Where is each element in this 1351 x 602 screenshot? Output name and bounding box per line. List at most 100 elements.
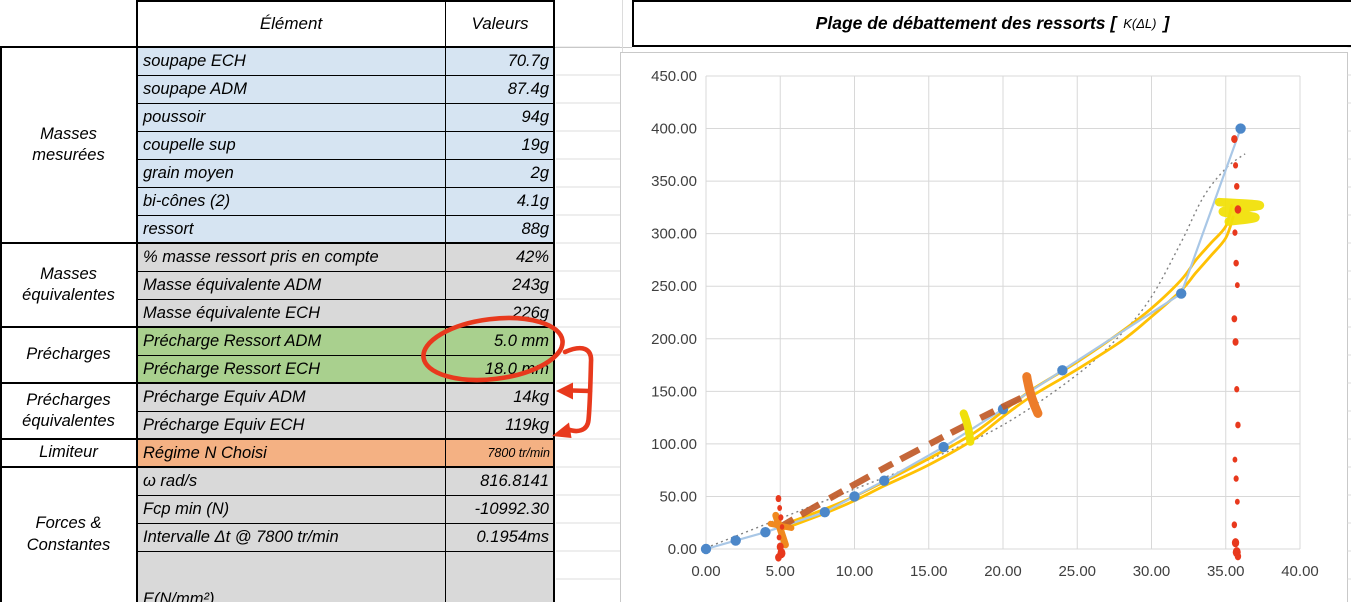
blue-data-point bbox=[1057, 365, 1067, 375]
table-cell-value[interactable]: 4.1g bbox=[445, 187, 555, 215]
table-cell-value[interactable] bbox=[445, 551, 555, 602]
table-cell-value[interactable]: 87.4g bbox=[445, 75, 555, 103]
row-value: 4.1g bbox=[445, 187, 555, 215]
section-label-5[interactable]: Forces & Constantes bbox=[0, 467, 137, 602]
table-cell-value[interactable]: 119kg bbox=[445, 411, 555, 439]
header-cell-values[interactable]: Valeurs bbox=[445, 0, 555, 47]
x-axis-tick-label: 5.00 bbox=[766, 563, 795, 580]
chart-title-cell[interactable]: Plage de débattement des ressorts [K(ΔL)… bbox=[632, 0, 1351, 47]
row-value: 18.0 mm bbox=[445, 355, 555, 383]
header-cell-element[interactable]: Élément bbox=[137, 0, 445, 47]
blue-data-point bbox=[731, 535, 741, 545]
table-cell-value[interactable]: 70.7g bbox=[445, 47, 555, 75]
table-border bbox=[137, 215, 555, 216]
table-cell-value[interactable]: 88g bbox=[445, 215, 555, 243]
spring-deflection-chart[interactable]: 0.0050.00100.00150.00200.00250.00300.003… bbox=[620, 52, 1351, 602]
table-cell-value[interactable]: 243g bbox=[445, 271, 555, 299]
header-element-label: Élément bbox=[137, 0, 445, 47]
x-axis-tick-label: 20.00 bbox=[984, 563, 1022, 580]
row-label: ressort bbox=[137, 215, 445, 243]
blue-data-point bbox=[1235, 123, 1245, 133]
y-axis-tick-label: 50.00 bbox=[659, 488, 697, 505]
table-cell-label[interactable]: soupape ADM bbox=[137, 75, 445, 103]
row-value: 0.1954ms bbox=[445, 523, 555, 551]
red-dotted-line-dot bbox=[1233, 260, 1238, 267]
y-axis-tick-label: 250.00 bbox=[651, 278, 697, 295]
red-dotted-line-dot bbox=[1235, 422, 1240, 429]
table-cell-value[interactable]: 816.8141 bbox=[445, 467, 555, 495]
row-label: bi-cônes (2) bbox=[137, 187, 445, 215]
table-cell-value[interactable]: 226g bbox=[445, 299, 555, 327]
y-axis-tick-label: 300.00 bbox=[651, 226, 697, 243]
y-axis-tick-label: 200.00 bbox=[651, 331, 697, 348]
x-axis-tick-label: 35.00 bbox=[1207, 563, 1245, 580]
section-label-0[interactable]: Masses mesurées bbox=[0, 47, 137, 243]
row-label: soupape ADM bbox=[137, 75, 445, 103]
chart-title-close-bracket: ] bbox=[1163, 13, 1169, 34]
table-border bbox=[137, 159, 555, 160]
table-cell-value[interactable]: 2g bbox=[445, 159, 555, 187]
row-value: 88g bbox=[445, 215, 555, 243]
red-dotted-line-dot bbox=[1233, 338, 1239, 346]
row-label: Masse équivalente ADM bbox=[137, 271, 445, 299]
table-cell-value[interactable]: 42% bbox=[445, 243, 555, 271]
table-cell-label[interactable]: % masse ressort pris en compte bbox=[137, 243, 445, 271]
table-border bbox=[0, 46, 555, 48]
table-cell-label[interactable]: E(N/mm²) bbox=[137, 551, 445, 602]
table-cell-label[interactable]: Masse équivalente ECH bbox=[137, 299, 445, 327]
blue-data-point bbox=[879, 475, 889, 485]
table-border bbox=[0, 382, 555, 384]
row-label: Précharge Ressort ECH bbox=[137, 355, 445, 383]
table-cell-value[interactable]: 0.1954ms bbox=[445, 523, 555, 551]
row-value: 14kg bbox=[445, 383, 555, 411]
table-cell-label[interactable]: grain moyen bbox=[137, 159, 445, 187]
table-border bbox=[137, 411, 555, 412]
blue-data-point bbox=[701, 544, 711, 554]
table-cell-value[interactable]: 18.0 mm bbox=[445, 355, 555, 383]
red-dotted-line-dot bbox=[1231, 135, 1237, 143]
table-cell-value[interactable]: 14kg bbox=[445, 383, 555, 411]
red-dotted-line-dot bbox=[776, 495, 782, 502]
table-cell-label[interactable]: Masse équivalente ADM bbox=[137, 271, 445, 299]
table-border bbox=[0, 466, 555, 468]
table-cell-label[interactable]: Précharge Ressort ADM bbox=[137, 327, 445, 355]
blue-data-point bbox=[849, 491, 859, 501]
row-label: E(N/mm²) bbox=[137, 588, 445, 602]
y-axis-tick-label: 350.00 bbox=[651, 173, 697, 190]
table-cell-label[interactable]: Précharge Ressort ECH bbox=[137, 355, 445, 383]
red-dotted-line-dot bbox=[775, 553, 782, 561]
section-label-1[interactable]: Masses équivalentes bbox=[0, 243, 137, 327]
table-cell-value[interactable]: 19g bbox=[445, 131, 555, 159]
table-border bbox=[137, 271, 555, 272]
table-cell-label[interactable]: bi-cônes (2) bbox=[137, 187, 445, 215]
section-label-2[interactable]: Précharges bbox=[0, 327, 137, 383]
section-label-4[interactable]: Limiteur bbox=[0, 439, 137, 467]
table-cell-label[interactable]: Précharge Equiv ADM bbox=[137, 383, 445, 411]
table-cell-value[interactable]: -10992.30 bbox=[445, 495, 555, 523]
table-cell-label[interactable]: soupape ECH bbox=[137, 47, 445, 75]
table-cell-label[interactable]: poussoir bbox=[137, 103, 445, 131]
blue-data-point bbox=[1176, 288, 1186, 298]
table-cell-label[interactable]: ressort bbox=[137, 215, 445, 243]
row-label: % masse ressort pris en compte bbox=[137, 243, 445, 271]
table-cell-label[interactable]: Intervalle Δt @ 7800 tr/min bbox=[137, 523, 445, 551]
y-axis-tick-label: 0.00 bbox=[668, 541, 697, 558]
table-cell-label[interactable]: Précharge Equiv ECH bbox=[137, 411, 445, 439]
table-cell-label[interactable]: Régime N Choisi bbox=[137, 439, 445, 467]
section-label-3[interactable]: Précharges équivalentes bbox=[0, 383, 137, 439]
y-axis-tick-label: 450.00 bbox=[651, 68, 697, 85]
table-cell-value[interactable]: 7800 tr/min bbox=[445, 439, 555, 467]
x-axis-tick-label: 30.00 bbox=[1133, 563, 1171, 580]
table-cell-value[interactable]: 94g bbox=[445, 103, 555, 131]
row-label: Précharge Equiv ECH bbox=[137, 411, 445, 439]
red-dotted-line-dot bbox=[1235, 282, 1240, 288]
table-cell-label[interactable]: Fcp min (N) bbox=[137, 495, 445, 523]
table-border bbox=[0, 326, 555, 328]
x-axis-tick-label: 40.00 bbox=[1281, 563, 1319, 580]
table-cell-label[interactable]: ω rad/s bbox=[137, 467, 445, 495]
table-cell-value[interactable]: 5.0 mm bbox=[445, 327, 555, 355]
row-value: 87.4g bbox=[445, 75, 555, 103]
red-dotted-line-dot bbox=[1234, 183, 1239, 190]
table-cell-label[interactable]: coupelle sup bbox=[137, 131, 445, 159]
y-axis-tick-label: 150.00 bbox=[651, 383, 697, 400]
